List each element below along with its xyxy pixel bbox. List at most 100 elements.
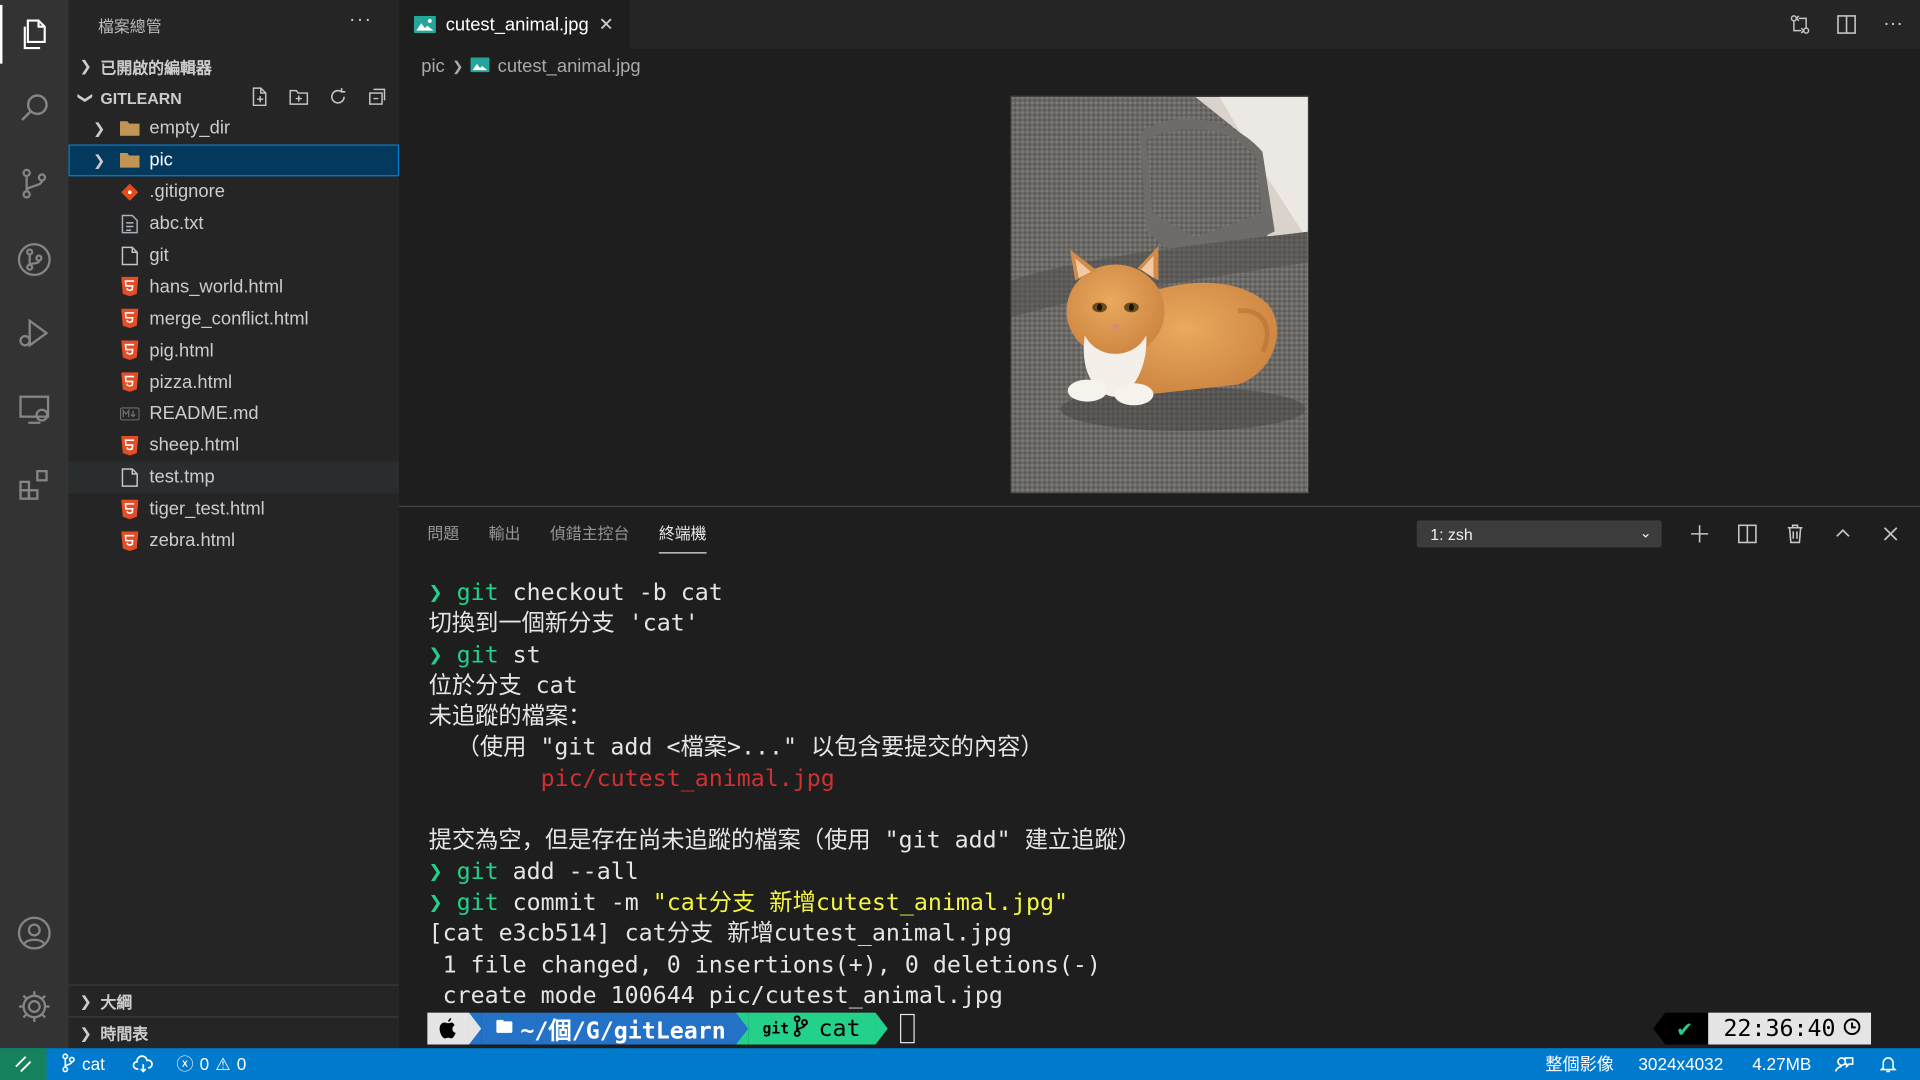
tree-folder[interactable]: ❯ empty_dir bbox=[69, 113, 400, 145]
terminal-text: ❯ bbox=[428, 857, 457, 885]
extensions-icon[interactable] bbox=[0, 456, 69, 515]
tree-file[interactable]: .gitignore bbox=[69, 176, 400, 208]
terminal-text: "cat分支 新增cutest_animal.jpg" bbox=[652, 888, 1068, 916]
terminal-line: 1 file changed, 0 insertions(+), 0 delet… bbox=[429, 950, 1141, 981]
settings-gear-icon[interactable] bbox=[0, 977, 69, 1036]
open-changes-icon[interactable] bbox=[1788, 12, 1812, 36]
prompt-git: git cat bbox=[747, 1012, 876, 1045]
open-editors-section[interactable]: ❯ 已開啟的編輯器 bbox=[69, 50, 400, 82]
zoom-indicator[interactable]: 整個影像 bbox=[1545, 1048, 1614, 1080]
terminal-text: [cat e3cb514] cat分支 新增cutest_animal.jpg bbox=[428, 919, 1012, 947]
problems-indicator[interactable]: ⓧ 0 ⚠ 0 bbox=[176, 1048, 246, 1080]
split-terminal-icon[interactable] bbox=[1734, 520, 1761, 547]
tree-item-label: sheep.html bbox=[149, 435, 240, 456]
breadcrumb-file[interactable]: cutest_animal.jpg bbox=[498, 56, 641, 77]
html-file-icon bbox=[120, 372, 140, 392]
tree-file[interactable]: pig.html bbox=[69, 335, 400, 367]
folder-icon bbox=[120, 119, 140, 139]
tab-bar: cutest_animal.jpg ✕ ··· bbox=[399, 0, 1920, 49]
remote-explorer-icon[interactable] bbox=[0, 380, 69, 439]
remote-indicator-icon[interactable] bbox=[0, 1048, 47, 1080]
source-control-icon[interactable] bbox=[0, 154, 69, 213]
panel-tab[interactable]: 偵錯主控台 bbox=[550, 519, 630, 553]
tree-file[interactable]: tiger_test.html bbox=[69, 493, 400, 525]
new-terminal-icon[interactable] bbox=[1686, 520, 1713, 547]
tree-file[interactable]: sheep.html bbox=[69, 430, 400, 462]
tree-file[interactable]: pizza.html bbox=[69, 366, 400, 398]
terminal-text: 未追蹤的檔案： bbox=[428, 703, 592, 731]
accounts-icon[interactable] bbox=[0, 904, 69, 963]
run-debug-icon[interactable] bbox=[0, 304, 69, 363]
tree-item-label: git bbox=[149, 244, 169, 266]
panel-tab[interactable]: 問題 bbox=[427, 519, 459, 553]
error-count: 0 bbox=[199, 1054, 210, 1074]
tree-file[interactable]: merge_conflict.html bbox=[69, 303, 400, 335]
terminal-line: 切換到一個新分支 'cat' bbox=[429, 609, 1141, 640]
prompt-branch: cat bbox=[818, 1015, 861, 1043]
tree-item-label: hans_world.html bbox=[149, 276, 284, 298]
tree-file[interactable]: git bbox=[69, 239, 400, 271]
tree-file[interactable]: abc.txt bbox=[69, 208, 400, 240]
more-actions-icon[interactable]: ··· bbox=[349, 10, 372, 32]
branch-icon bbox=[61, 1052, 76, 1075]
panel-tab[interactable]: 輸出 bbox=[489, 519, 521, 553]
folder-icon bbox=[120, 150, 140, 170]
tab-cutest-animal[interactable]: cutest_animal.jpg ✕ bbox=[399, 0, 630, 49]
prompt-clock: 22:36:40 bbox=[1708, 1012, 1872, 1045]
image-size: 4.27MB bbox=[1752, 1048, 1811, 1080]
feedback-icon[interactable] bbox=[1834, 1048, 1854, 1080]
terminal-select[interactable]: 1: zsh ⌄ bbox=[1416, 520, 1662, 548]
panel-tab[interactable]: 終端機 bbox=[658, 519, 707, 554]
terminal-line: 提交為空，但是存在尚未追蹤的檔案（使用 "git add" 建立追蹤） bbox=[429, 826, 1141, 857]
file-icon bbox=[120, 246, 140, 266]
vscode-window: 檔案總管 ··· ❯ 已開啟的編輯器 ❯ GITLEARN ❯ empty_dir… bbox=[0, 0, 1920, 1080]
git-graph-icon[interactable] bbox=[0, 230, 69, 289]
tree-item-label: abc.txt bbox=[149, 213, 204, 235]
clock-time: 22:36:40 bbox=[1723, 1015, 1836, 1043]
chevron-down-icon: ⌄ bbox=[1639, 524, 1652, 542]
collapse-all-icon[interactable] bbox=[365, 84, 389, 108]
status-bar: cat ⓧ 0 ⚠ 0 整個影像 3024x4032 4.27MB bbox=[0, 1048, 1920, 1080]
close-icon[interactable]: ✕ bbox=[598, 13, 613, 36]
tree-item-label: pig.html bbox=[149, 340, 214, 361]
tree-file[interactable]: hans_world.html bbox=[69, 271, 400, 303]
tree-file[interactable]: README.md bbox=[69, 398, 400, 430]
image-preview[interactable] bbox=[1010, 95, 1309, 494]
cat-photo bbox=[1011, 96, 1308, 493]
branch-indicator[interactable]: cat bbox=[61, 1048, 105, 1080]
timeline-section[interactable]: ❯ 時間表 bbox=[68, 1016, 400, 1048]
refresh-icon[interactable] bbox=[326, 84, 350, 108]
new-file-icon[interactable] bbox=[247, 84, 271, 108]
outline-section[interactable]: ❯ 大綱 bbox=[68, 984, 400, 1016]
close-panel-icon[interactable] bbox=[1877, 520, 1904, 547]
terminal-line: 未追蹤的檔案： bbox=[429, 702, 1141, 733]
sync-icon[interactable] bbox=[132, 1048, 154, 1080]
terminal-select-value: 1: zsh bbox=[1430, 524, 1473, 544]
tree-file[interactable]: zebra.html bbox=[69, 525, 400, 557]
terminal-cursor bbox=[899, 1013, 915, 1044]
split-editor-icon[interactable] bbox=[1834, 12, 1858, 36]
panel-tabs: 問題 輸出 偵錯主控台 終端機 bbox=[427, 519, 707, 554]
trash-icon[interactable] bbox=[1782, 520, 1809, 547]
tree-file[interactable]: test.tmp bbox=[68, 461, 400, 494]
project-section[interactable]: ❯ GITLEARN bbox=[69, 82, 400, 114]
breadcrumb-folder[interactable]: pic bbox=[421, 56, 444, 77]
new-folder-icon[interactable] bbox=[287, 84, 311, 108]
branch-icon bbox=[794, 1014, 809, 1042]
search-icon[interactable] bbox=[0, 78, 69, 137]
tree-folder[interactable]: ❯ pic bbox=[68, 144, 400, 177]
explorer-icon[interactable] bbox=[0, 4, 69, 64]
terminal-line: 位於分支 cat bbox=[429, 671, 1141, 702]
warning-count: 0 bbox=[236, 1054, 247, 1074]
terminal-text: git bbox=[456, 888, 499, 916]
terminal-text: （使用 "git add <檔案>..." 以包含要提交的內容） bbox=[428, 734, 1044, 762]
prompt-separator bbox=[875, 1012, 888, 1045]
terminal-text: add --all bbox=[498, 857, 639, 885]
terminal-text: pic/cutest_animal.jpg bbox=[428, 765, 835, 792]
more-actions-icon[interactable]: ··· bbox=[1881, 12, 1905, 36]
terminal-output[interactable]: ❯ git checkout -b cat 切換到一個新分支 'cat' ❯ git… bbox=[429, 578, 1141, 1012]
notifications-bell-icon[interactable] bbox=[1878, 1048, 1898, 1080]
timeline-label: 時間表 bbox=[100, 1024, 149, 1044]
tree-item-label: empty_dir bbox=[149, 118, 231, 139]
maximize-panel-icon[interactable] bbox=[1829, 520, 1856, 547]
